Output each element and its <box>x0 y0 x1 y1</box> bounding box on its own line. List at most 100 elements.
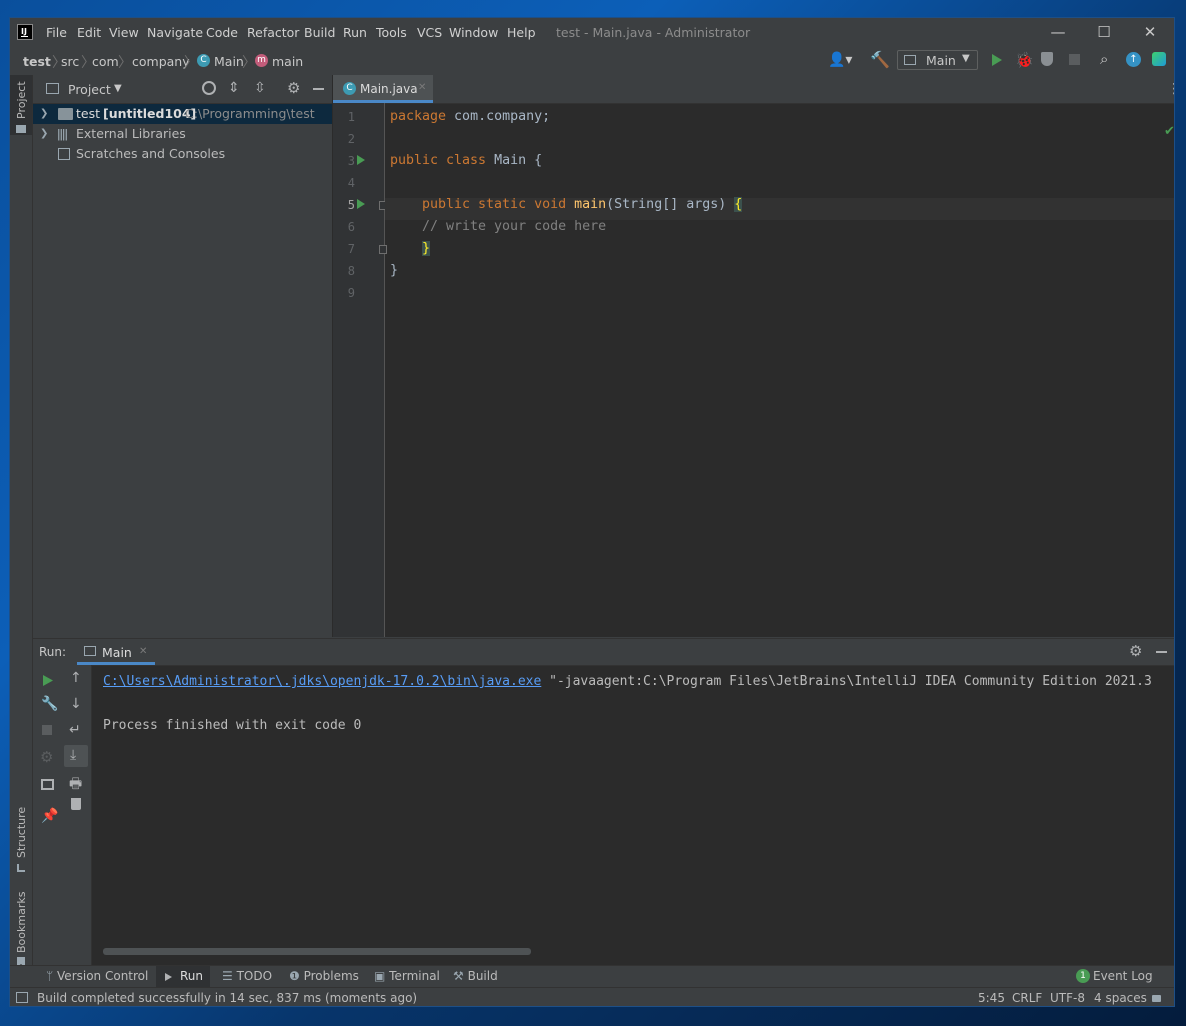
soft-wrap-icon[interactable]: ↵ <box>69 722 81 738</box>
coverage-icon[interactable] <box>1041 52 1053 66</box>
console-java-path-link[interactable]: C:\Users\Administrator\.jdks\openjdk-17.… <box>103 674 541 689</box>
structure-tool-button[interactable]: Structure <box>10 807 32 880</box>
tool-tab-run[interactable]: Run <box>156 966 210 988</box>
hammer-icon: ⚒ <box>453 969 464 983</box>
tree-item-project[interactable]: ❯ test [untitled104] C:\Programming\test <box>33 104 332 124</box>
indent-setting[interactable]: 4 spaces <box>1094 991 1147 1005</box>
tool-tab-terminal[interactable]: ▣ Terminal <box>374 966 440 986</box>
tree-item-scratches[interactable]: Scratches and Consoles <box>33 144 332 164</box>
trash-icon[interactable] <box>71 798 81 810</box>
menu-file[interactable]: File <box>46 25 67 40</box>
project-tool-button[interactable]: Project <box>10 75 32 135</box>
chevron-right-icon[interactable]: ❯ <box>40 104 48 124</box>
project-tool-label: Project <box>15 81 28 119</box>
breadcrumb-method[interactable]: main <box>272 54 303 69</box>
breadcrumb-project[interactable]: test <box>23 54 51 69</box>
close-tab-icon[interactable]: ✕ <box>139 646 147 657</box>
up-arrow-icon[interactable]: ↑ <box>70 670 82 686</box>
scroll-to-end-button[interactable]: ⤓ <box>64 745 88 767</box>
layout-icon[interactable] <box>41 779 54 790</box>
no-problems-check-icon[interactable]: ✔ <box>1164 124 1174 139</box>
breadcrumb-com[interactable]: com <box>92 54 119 69</box>
menu-navigate[interactable]: Navigate <box>147 25 203 40</box>
bookmarks-tool-button[interactable]: Bookmarks <box>10 891 32 967</box>
code-with-me-icon[interactable] <box>1152 52 1166 66</box>
status-message[interactable]: Build completed successfully in 14 sec, … <box>37 991 417 1005</box>
locate-icon[interactable] <box>202 81 216 95</box>
menu-code[interactable]: Code <box>206 25 238 40</box>
build-hammer-icon[interactable]: 🔨 <box>870 50 890 69</box>
search-icon[interactable]: ⌕ <box>1100 50 1108 68</box>
horizontal-scrollbar[interactable] <box>103 948 531 955</box>
window-title: test - Main.java - Administrator <box>556 25 751 40</box>
close-tab-icon[interactable]: ✕ <box>418 82 426 93</box>
debug-icon[interactable]: 🐞 <box>1015 51 1034 69</box>
run-config-dropdown[interactable]: Main ▼ <box>897 50 978 70</box>
rerun-icon[interactable] <box>42 674 54 687</box>
update-icon[interactable]: ↑ <box>1126 52 1141 67</box>
event-log-button[interactable]: Event Log <box>1093 969 1153 983</box>
close-window-button[interactable]: ✕ <box>1127 20 1173 44</box>
more-options-icon[interactable]: ⋮ <box>1167 81 1174 97</box>
tree-item-external-libraries[interactable]: ❯ ǀǁǀ External Libraries <box>33 124 332 144</box>
bookmarks-tool-label: Bookmarks <box>15 891 28 953</box>
breadcrumb-separator-icon: 〉 <box>184 55 198 71</box>
gear-icon[interactable]: ⚙ <box>1129 642 1142 660</box>
toggle-tool-windows-icon[interactable] <box>16 992 28 1003</box>
tree-item-project-name: test <box>76 106 101 121</box>
collapse-all-icon[interactable]: ⇳ <box>254 80 266 96</box>
minimize-button[interactable]: — <box>1035 20 1081 44</box>
tab-main-java[interactable]: C Main.java ✕ <box>333 75 433 103</box>
code-editor[interactable]: package com.company; public class Main {… <box>333 103 1174 637</box>
console-output[interactable]: C:\Users\Administrator\.jdks\openjdk-17.… <box>91 665 1174 966</box>
tool-tab-todo[interactable]: ☰ TODO <box>222 966 272 986</box>
caret-position[interactable]: 5:45 <box>978 991 1005 1005</box>
wrench-icon[interactable]: 🔧 <box>41 696 58 712</box>
restart-gear-icon[interactable]: ⚙ <box>40 748 53 766</box>
gear-icon[interactable]: ⚙ <box>287 79 300 97</box>
tree-item-project-path: C:\Programming\test <box>185 106 315 121</box>
file-encoding[interactable]: UTF-8 <box>1050 991 1085 1005</box>
tool-tab-label: Version Control <box>57 969 149 983</box>
scratches-icon <box>58 148 70 160</box>
tool-tab-build[interactable]: ⚒ Build <box>453 966 498 986</box>
code-token: package <box>390 109 447 124</box>
print-icon[interactable]: 🖶 <box>69 773 82 797</box>
menu-vcs[interactable]: VCS <box>417 25 442 40</box>
down-arrow-icon[interactable]: ↓ <box>70 696 82 712</box>
menu-tools[interactable]: Tools <box>376 25 407 40</box>
stop-icon[interactable] <box>42 725 52 735</box>
run-tab-main[interactable]: Main ✕ <box>77 639 155 665</box>
folder-icon <box>16 125 26 133</box>
menu-edit[interactable]: Edit <box>77 25 101 40</box>
event-log-badge: 1 <box>1076 969 1090 983</box>
chevron-right-icon[interactable]: ❯ <box>40 124 48 144</box>
class-icon: C <box>343 82 356 95</box>
hide-panel-icon[interactable] <box>1156 651 1167 653</box>
tool-tab-label: Build <box>467 969 498 983</box>
run-icon[interactable] <box>991 53 1003 67</box>
lock-icon[interactable] <box>1152 995 1161 1002</box>
hide-panel-icon[interactable] <box>313 88 324 90</box>
tool-tab-problems[interactable]: ❶ Problems <box>289 966 359 986</box>
maximize-button[interactable]: ☐ <box>1081 20 1127 44</box>
breadcrumb-class[interactable]: Main <box>214 54 244 69</box>
tool-tab-version-control[interactable]: ᛘ Version Control <box>46 966 148 986</box>
expand-all-icon[interactable]: ⇕ <box>228 80 240 96</box>
library-icon: ǀǁǀ <box>57 127 68 141</box>
menu-window[interactable]: Window <box>449 25 498 40</box>
pin-icon[interactable]: 📌 <box>41 808 58 824</box>
breadcrumb-src[interactable]: src <box>61 54 79 69</box>
menu-build[interactable]: Build <box>304 25 335 40</box>
user-account-icon[interactable]: 👤▾ <box>828 52 852 68</box>
menu-help[interactable]: Help <box>507 25 536 40</box>
menu-view[interactable]: View <box>109 25 139 40</box>
breadcrumb-company[interactable]: company <box>132 54 190 69</box>
editor-tab-bar: C Main.java ✕ ⋮ <box>333 75 1174 104</box>
menu-refactor[interactable]: Refactor <box>247 25 299 40</box>
menu-run[interactable]: Run <box>343 25 367 40</box>
stop-icon[interactable] <box>1069 54 1080 65</box>
project-panel-title[interactable]: Project <box>68 82 111 97</box>
line-separator[interactable]: CRLF <box>1012 991 1042 1005</box>
chevron-down-icon[interactable]: ▼ <box>114 83 122 94</box>
